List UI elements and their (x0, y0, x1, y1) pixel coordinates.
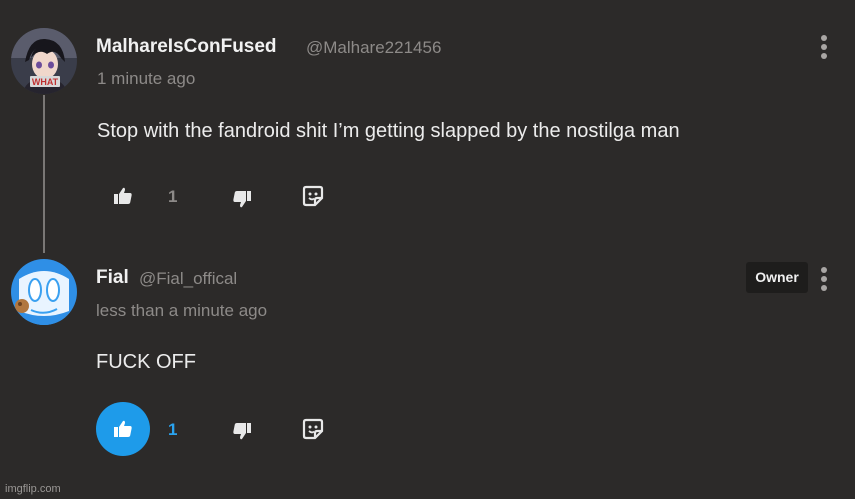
user-handle[interactable]: @Malhare221456 (306, 38, 441, 58)
thread-connector-line (43, 95, 45, 253)
thumbs-up-icon[interactable] (113, 186, 133, 206)
reply-sticker-icon[interactable] (302, 185, 324, 207)
watermark: imgflip.com (5, 483, 61, 495)
avatar-caption: WHAT (32, 77, 59, 87)
like-count: 1 (168, 187, 178, 206)
like-count: 1 (168, 420, 178, 439)
avatar[interactable]: WHAT (11, 28, 77, 94)
more-vertical-icon[interactable] (819, 267, 829, 297)
avatar[interactable] (11, 259, 77, 325)
timestamp: 1 minute ago (97, 69, 196, 88)
owner-badge: Owner (746, 262, 808, 293)
username[interactable]: MalhareIsConFused (96, 36, 277, 58)
timestamp: less than a minute ago (96, 301, 268, 320)
anime-avatar-image: WHAT (11, 28, 77, 94)
reply-sticker-icon[interactable] (302, 418, 324, 440)
comment-text: FUCK OFF (96, 351, 196, 373)
user-handle[interactable]: @Fial_offical (139, 269, 237, 289)
thumbs-up-icon[interactable] (113, 419, 133, 439)
blue-character-avatar-image (11, 259, 77, 325)
thumbs-down-icon[interactable] (232, 421, 252, 441)
thumbs-down-icon[interactable] (232, 189, 252, 209)
username[interactable]: Fial (96, 267, 129, 289)
more-vertical-icon[interactable] (819, 35, 829, 65)
comment-text: Stop with the fandroid shit I’m getting … (97, 120, 680, 142)
